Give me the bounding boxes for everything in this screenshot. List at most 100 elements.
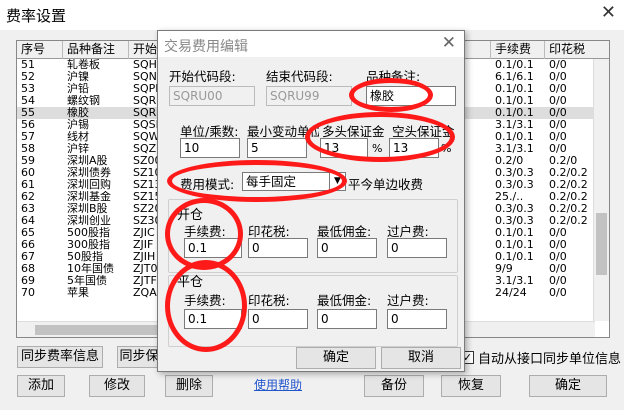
cell-stamp: 0.2/0.2	[549, 203, 588, 215]
cell-no: 59	[21, 155, 35, 167]
cell-stamp: 0/0	[549, 143, 567, 155]
cell-fee: 3.1/3.1	[495, 143, 534, 155]
end-code-field[interactable]: SQRU99	[266, 86, 352, 106]
close-stamp-label: 印花税:	[248, 293, 290, 308]
cell-stamp: 0/0	[549, 263, 567, 275]
dialog-cancel-button[interactable]: 取消	[381, 347, 461, 369]
cell-fee: 0.3/0.3	[495, 167, 534, 179]
column-header-name[interactable]: 品种备注	[63, 41, 129, 59]
cell-fee: 9/9	[495, 263, 513, 275]
auto-sync-option[interactable]: ✓ 自动从接口同步单位信息	[461, 348, 621, 367]
cell-no: 64	[21, 215, 35, 227]
cell-no: 68	[21, 263, 35, 275]
cell-fee: 0.1/0.1	[495, 107, 534, 119]
cell-stamp: 0/0	[549, 227, 567, 239]
dialog-ok-button[interactable]: 确定	[296, 347, 376, 369]
end-code-label: 结束代码段:	[266, 69, 333, 84]
cell-name: 沪锡	[67, 119, 89, 131]
cell-no: 56	[21, 119, 35, 131]
remark-label: 品种备注:	[366, 69, 421, 84]
cell-name: 深圳创业	[67, 215, 111, 227]
cell-name: 深圳B股	[67, 203, 108, 215]
dialog-title: 交易费用编辑	[164, 39, 248, 55]
start-code-field[interactable]: SQRU00	[169, 86, 255, 106]
fee-mode-value: 每手固定	[246, 174, 297, 189]
cell-stamp: 0/0	[549, 131, 567, 143]
cell-fee: 0.1/0.1	[495, 239, 534, 251]
close-transfer-label: 过户费:	[387, 293, 429, 308]
cell-fee: 0.1/0.1	[495, 131, 534, 143]
open-fee-field[interactable]: 0.1	[184, 238, 242, 258]
cell-name: 螺纹钢	[67, 95, 100, 107]
open-stamp-field[interactable]: 0	[248, 238, 308, 258]
cell-stamp: 0.2/0.2	[549, 179, 588, 191]
cell-no: 53	[21, 83, 35, 95]
cell-no: 52	[21, 71, 35, 83]
dialog-close-icon[interactable]: ✕	[442, 33, 456, 53]
cell-stamp: 0/0	[549, 239, 567, 251]
cell-name: 深圳债券	[67, 167, 111, 179]
cell-fee: 0.2/0	[495, 155, 524, 167]
sync-other-button[interactable]: 同步保	[117, 346, 161, 368]
unit-field[interactable]: 10	[180, 138, 240, 158]
open-transfer-field[interactable]: 0	[387, 238, 447, 258]
cell-stamp: 0/0	[549, 119, 567, 131]
delete-button[interactable]: 删除	[165, 375, 213, 397]
sync-rate-button[interactable]: 同步费率信息	[17, 346, 103, 368]
open-min-commission-field[interactable]: 0	[317, 238, 377, 258]
restore-button[interactable]: 恢复	[441, 375, 501, 397]
cell-no: 67	[21, 251, 35, 263]
cell-no: 63	[21, 203, 35, 215]
dialog-titlebar: 交易费用编辑 ✕	[158, 31, 464, 57]
close-transfer-field[interactable]: 0	[387, 309, 447, 329]
vertical-scrollbar[interactable]	[593, 59, 609, 321]
cell-fee: 3.1/3.1	[495, 275, 534, 287]
chevron-down-icon[interactable]: ▼	[329, 173, 345, 190]
cell-no: 65	[21, 227, 35, 239]
column-header-fee[interactable]: 手续费	[491, 41, 545, 59]
close-stamp-field[interactable]: 0	[248, 309, 308, 329]
cell-name: 线材	[67, 131, 89, 143]
fee-mode-select[interactable]: 每手固定 ▼	[242, 172, 346, 191]
remark-field[interactable]: 橡胶	[366, 86, 456, 106]
long-margin-field[interactable]: 13	[320, 138, 368, 158]
close-min-commission-label: 最低佣金:	[317, 293, 372, 308]
cell-name: 沪锌	[67, 143, 89, 155]
close-min-commission-field[interactable]: 0	[317, 309, 377, 329]
cell-fee: 24/24	[495, 287, 527, 299]
cell-no: 61	[21, 179, 35, 191]
cell-name: 300股指	[67, 239, 110, 251]
cell-name: 沪铅	[67, 83, 89, 95]
add-button[interactable]: 添加	[17, 375, 65, 397]
column-header-no[interactable]: 序号	[17, 41, 63, 59]
vertical-scroll-thumb[interactable]	[596, 213, 607, 275]
help-link[interactable]: 使用帮助	[254, 376, 302, 393]
cell-name: 深圳回购	[67, 179, 111, 191]
min-tick-field[interactable]: 5	[247, 138, 307, 158]
window-title: 费率设置	[6, 7, 67, 25]
cell-fee: 0.3/0.3	[495, 215, 534, 227]
cell-stamp: 0/0	[549, 95, 567, 107]
backup-button[interactable]: 备份	[364, 375, 424, 397]
cell-name: 10年国债	[67, 263, 114, 275]
cell-name: 5年国债	[67, 275, 107, 287]
cell-stamp: 0.2/0.2	[549, 167, 588, 179]
short-margin-field[interactable]: 13	[389, 138, 439, 158]
close-group-title: 平仓	[177, 275, 204, 290]
modify-button[interactable]: 修改	[89, 375, 145, 397]
column-header-stamp[interactable]: 印花税	[545, 41, 609, 59]
cell-stamp: 0/0	[549, 59, 567, 71]
outer-ok-button[interactable]: 确定	[529, 375, 607, 397]
cell-stamp: 0/0	[549, 107, 567, 119]
window-close-icon[interactable]: ✕	[601, 2, 616, 23]
cell-no: 55	[21, 107, 35, 119]
cell-stamp: 0.2/0.2	[549, 191, 588, 203]
cell-stamp: 0.2/0.2	[549, 215, 588, 227]
fee-edit-dialog: 交易费用编辑 ✕ 开始代码段: 结束代码段: 品种备注: SQRU00 SQRU…	[157, 30, 465, 372]
cell-fee: 0.1/0.1	[495, 83, 534, 95]
window-titlebar: 费率设置 ✕	[0, 0, 624, 30]
cell-no: 66	[21, 239, 35, 251]
close-fee-field[interactable]: 0.1	[184, 309, 242, 329]
cell-no: 58	[21, 143, 35, 155]
cell-name: 橡胶	[67, 107, 89, 119]
